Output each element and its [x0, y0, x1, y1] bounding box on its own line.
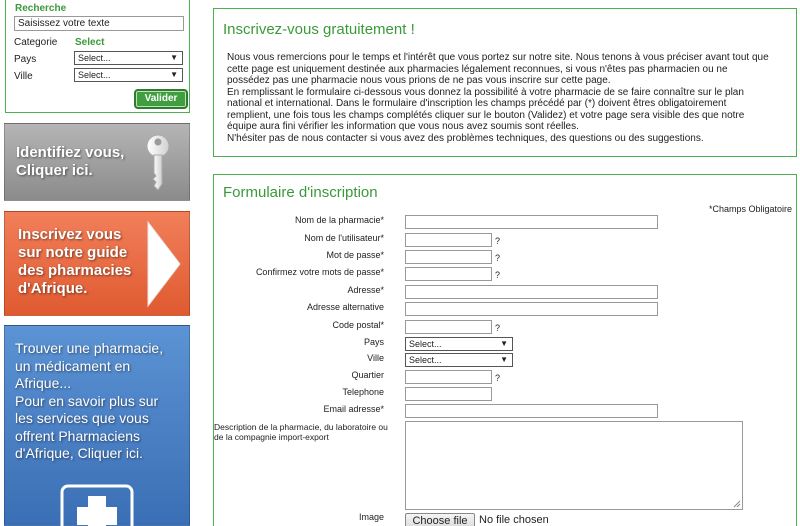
intro-line: Nous vous remercions pour le temps et l'… [227, 52, 769, 63]
confirm-password-label: Confirmez votre mots de passe* [255, 267, 384, 277]
pharmacy-name-label: Nom de la pharmacie* [294, 215, 384, 225]
categorie-select-link[interactable]: Select [75, 37, 104, 48]
form-title: Formulaire d'inscription [223, 184, 378, 201]
description-textarea[interactable] [405, 421, 743, 510]
find-banner-line: un médicament en [15, 357, 131, 374]
register-banner-line: d'Afrique. [18, 280, 88, 297]
find-banner-line: Pour en savoir plus sur [15, 392, 159, 409]
login-banner-line: Cliquer ici. [16, 162, 93, 179]
search-input[interactable] [14, 16, 184, 31]
intro-text: Nous vous remercions pour le temps et l'… [227, 52, 777, 144]
pays-select[interactable]: Select... ▼ [74, 51, 183, 65]
search-title: Recherche [15, 3, 67, 14]
find-banner-line: offrent Pharmaciens [15, 427, 141, 444]
chevron-down-icon: ▼ [170, 70, 178, 79]
register-banner-line: des pharmacies [18, 262, 132, 279]
help-mark: ? [495, 270, 501, 280]
categorie-label: Categorie [14, 37, 58, 48]
intro-line: national et international. Dans le formu… [227, 98, 727, 109]
register-banner[interactable]: Inscrivez vous sur notre guide des pharm… [4, 211, 190, 316]
file-status-text: No file chosen [479, 514, 549, 526]
intro-line: N'hésiter pas de nous contacter si vous … [227, 132, 704, 144]
username-field[interactable] [405, 233, 492, 247]
register-banner-line: Inscrivez vous [18, 226, 122, 243]
city-select-value: Select... [409, 355, 442, 365]
login-banner-text: Identifiez vous, Cliquer ici. [16, 144, 124, 180]
help-mark: ? [495, 253, 501, 263]
find-banner-line: les services que vous [15, 410, 149, 426]
district-field[interactable] [405, 370, 492, 384]
phone-field[interactable] [405, 387, 492, 401]
pharmacy-name-field[interactable] [405, 215, 658, 229]
city-label: Ville [367, 353, 384, 363]
find-banner-line: d'Afrique, Cliquer ici. [15, 445, 143, 461]
chevron-down-icon: ▼ [170, 53, 178, 62]
ville-select-value: Select... [78, 70, 111, 80]
intro-title: Inscrivez-vous gratuitement ! [223, 21, 415, 38]
email-label: Email adresse* [323, 404, 384, 414]
choose-file-button[interactable]: Choose file [405, 513, 475, 526]
pharmacy-cross-icon [60, 484, 134, 526]
register-banner-line: sur notre guide [18, 244, 128, 261]
password-field[interactable] [405, 250, 492, 264]
country-select-value: Select... [409, 339, 442, 349]
address-label: Adresse* [347, 285, 384, 295]
country-label: Pays [363, 337, 384, 347]
intro-line: cette page est uniquement destinée aux p… [227, 63, 728, 75]
phone-label: Telephone [342, 387, 384, 397]
image-label: Image [358, 512, 384, 522]
intro-line: équipe aura fini vérifier les informatio… [227, 121, 579, 132]
login-banner[interactable]: Identifiez vous, Cliquer ici. [4, 123, 190, 201]
alt-address-field[interactable] [405, 302, 658, 316]
resize-handle-icon[interactable] [733, 500, 741, 508]
intro-line: possédez pas une pharmacie nous vous pri… [227, 75, 611, 86]
pays-select-value: Select... [78, 53, 111, 63]
alt-address-label: Adresse alternative [306, 302, 384, 312]
pays-label: Pays [14, 54, 37, 65]
ville-label: Ville [14, 71, 33, 82]
country-select[interactable]: Select... ▼ [405, 337, 513, 351]
description-label: Description de la pharmacie, du laborato… [214, 422, 388, 442]
search-submit-button[interactable]: Valider [134, 89, 188, 109]
register-banner-text: Inscrivez vous sur notre guide des pharm… [18, 226, 131, 298]
find-banner-line: Afrique... [15, 375, 72, 391]
district-label: Quartier [351, 370, 384, 380]
intro-line: En remplissant le formulaire ci-dessous … [227, 86, 744, 98]
arrow-right-icon [147, 220, 181, 308]
help-mark: ? [495, 373, 501, 383]
key-icon [146, 134, 170, 191]
address-field[interactable] [405, 285, 658, 299]
search-panel: Recherche Categorie Select Pays Select..… [5, 0, 190, 113]
chevron-down-icon: ▼ [500, 339, 508, 348]
postal-code-field[interactable] [405, 320, 492, 334]
help-mark: ? [495, 323, 501, 333]
login-banner-line: Identifiez vous, [16, 144, 125, 161]
find-pharmacy-banner[interactable]: Trouver une pharmacie, un médicament en … [4, 325, 190, 526]
city-select[interactable]: Select... ▼ [405, 353, 513, 367]
chevron-down-icon: ▼ [500, 355, 508, 364]
intro-line: remplient, une fois tous les champs comp… [227, 109, 745, 121]
postal-code-label: Code postal* [332, 320, 384, 330]
confirm-password-field[interactable] [405, 267, 492, 281]
find-banner-line: Trouver une pharmacie, [15, 340, 164, 356]
help-mark: ? [495, 236, 501, 246]
registration-form: Formulaire d'inscription *Champs Obligat… [213, 174, 797, 526]
ville-select[interactable]: Select... ▼ [74, 68, 183, 82]
password-label: Mot de passe* [326, 250, 384, 260]
find-pharmacy-banner-text: Trouver une pharmacie, un médicament en … [15, 340, 163, 463]
email-field[interactable] [405, 404, 658, 418]
username-label: Nom de l'utilisateur* [304, 233, 384, 243]
intro-panel: Inscrivez-vous gratuitement ! Nous vous … [213, 8, 797, 157]
required-fields-note: *Champs Obligatoire [708, 204, 792, 214]
